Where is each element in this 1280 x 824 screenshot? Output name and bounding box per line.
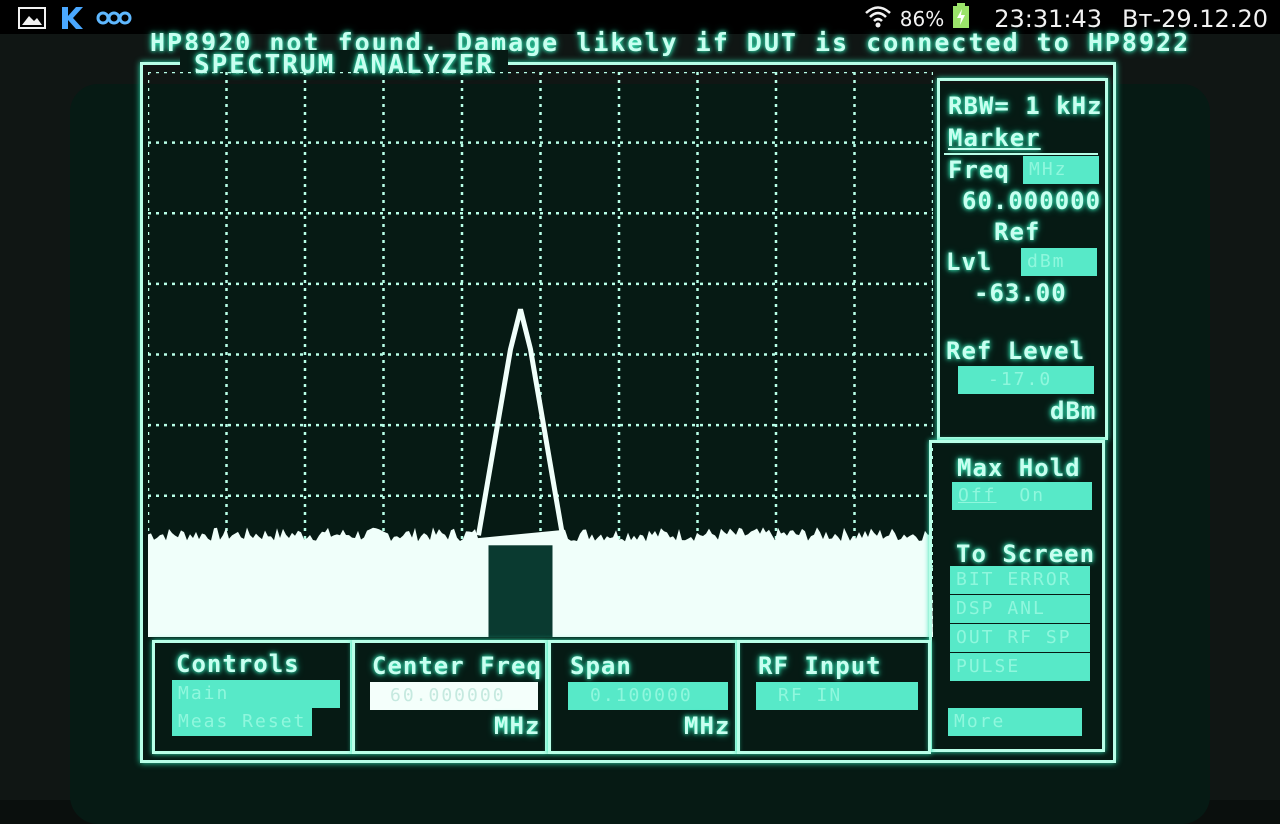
- k-app-icon: [58, 5, 84, 35]
- freq-unit-field[interactable]: MHz: [1023, 156, 1099, 184]
- to-screen-dsp-anl[interactable]: DSP ANL: [950, 595, 1090, 623]
- to-screen-out-rf-sp[interactable]: OUT RF SP: [950, 624, 1090, 652]
- span-label: Span: [570, 652, 632, 680]
- ref-label: Ref: [994, 218, 1041, 246]
- more-button[interactable]: More: [948, 708, 1082, 736]
- ref-level-field[interactable]: -17.0: [958, 366, 1094, 394]
- marker-label[interactable]: Marker: [948, 124, 1041, 152]
- gallery-icon: [18, 6, 46, 34]
- controls-meas-reset-option[interactable]: Meas Reset: [172, 708, 312, 736]
- freq-label: Freq: [948, 156, 1010, 184]
- center-freq-label: Center Freq: [372, 652, 542, 680]
- spectrum-plot: [146, 70, 935, 639]
- max-hold-on[interactable]: On: [1019, 485, 1045, 506]
- span-unit: MHz: [684, 712, 731, 740]
- max-hold-off[interactable]: Off: [958, 485, 997, 506]
- max-hold-label: Max Hold: [957, 454, 1081, 482]
- rbw-label: RBW= 1 kHz: [948, 92, 1103, 120]
- ref-level-label: Ref Level: [946, 337, 1086, 365]
- max-hold-toggle[interactable]: Off On: [952, 482, 1092, 510]
- to-screen-pulse[interactable]: PULSE: [950, 653, 1090, 681]
- center-freq-unit: MHz: [494, 712, 541, 740]
- span-field[interactable]: 0.100000: [568, 682, 728, 710]
- eco-icon: [96, 7, 132, 33]
- lvl-value: -63.00: [974, 279, 1067, 307]
- center-freq-field[interactable]: 60.000000: [370, 682, 538, 710]
- freq-value: 60.000000: [962, 187, 1102, 215]
- to-screen-bit-error[interactable]: BIT ERROR: [950, 566, 1090, 594]
- lvl-unit-field[interactable]: dBm: [1021, 248, 1097, 276]
- signal-peak-trace: [476, 308, 565, 536]
- controls-main-option[interactable]: Main: [172, 680, 340, 708]
- rf-input-label: RF Input: [758, 652, 882, 680]
- rf-input-field[interactable]: RF IN: [756, 682, 918, 710]
- marker-divider: [944, 153, 1098, 155]
- ref-level-unit: dBm: [1050, 397, 1097, 425]
- lvl-label: Lvl: [946, 248, 993, 276]
- peak-base-gap: [488, 545, 553, 637]
- spectrum-trace-svg: [146, 70, 935, 639]
- to-screen-label: To Screen: [956, 540, 1096, 568]
- controls-label: Controls: [176, 650, 300, 678]
